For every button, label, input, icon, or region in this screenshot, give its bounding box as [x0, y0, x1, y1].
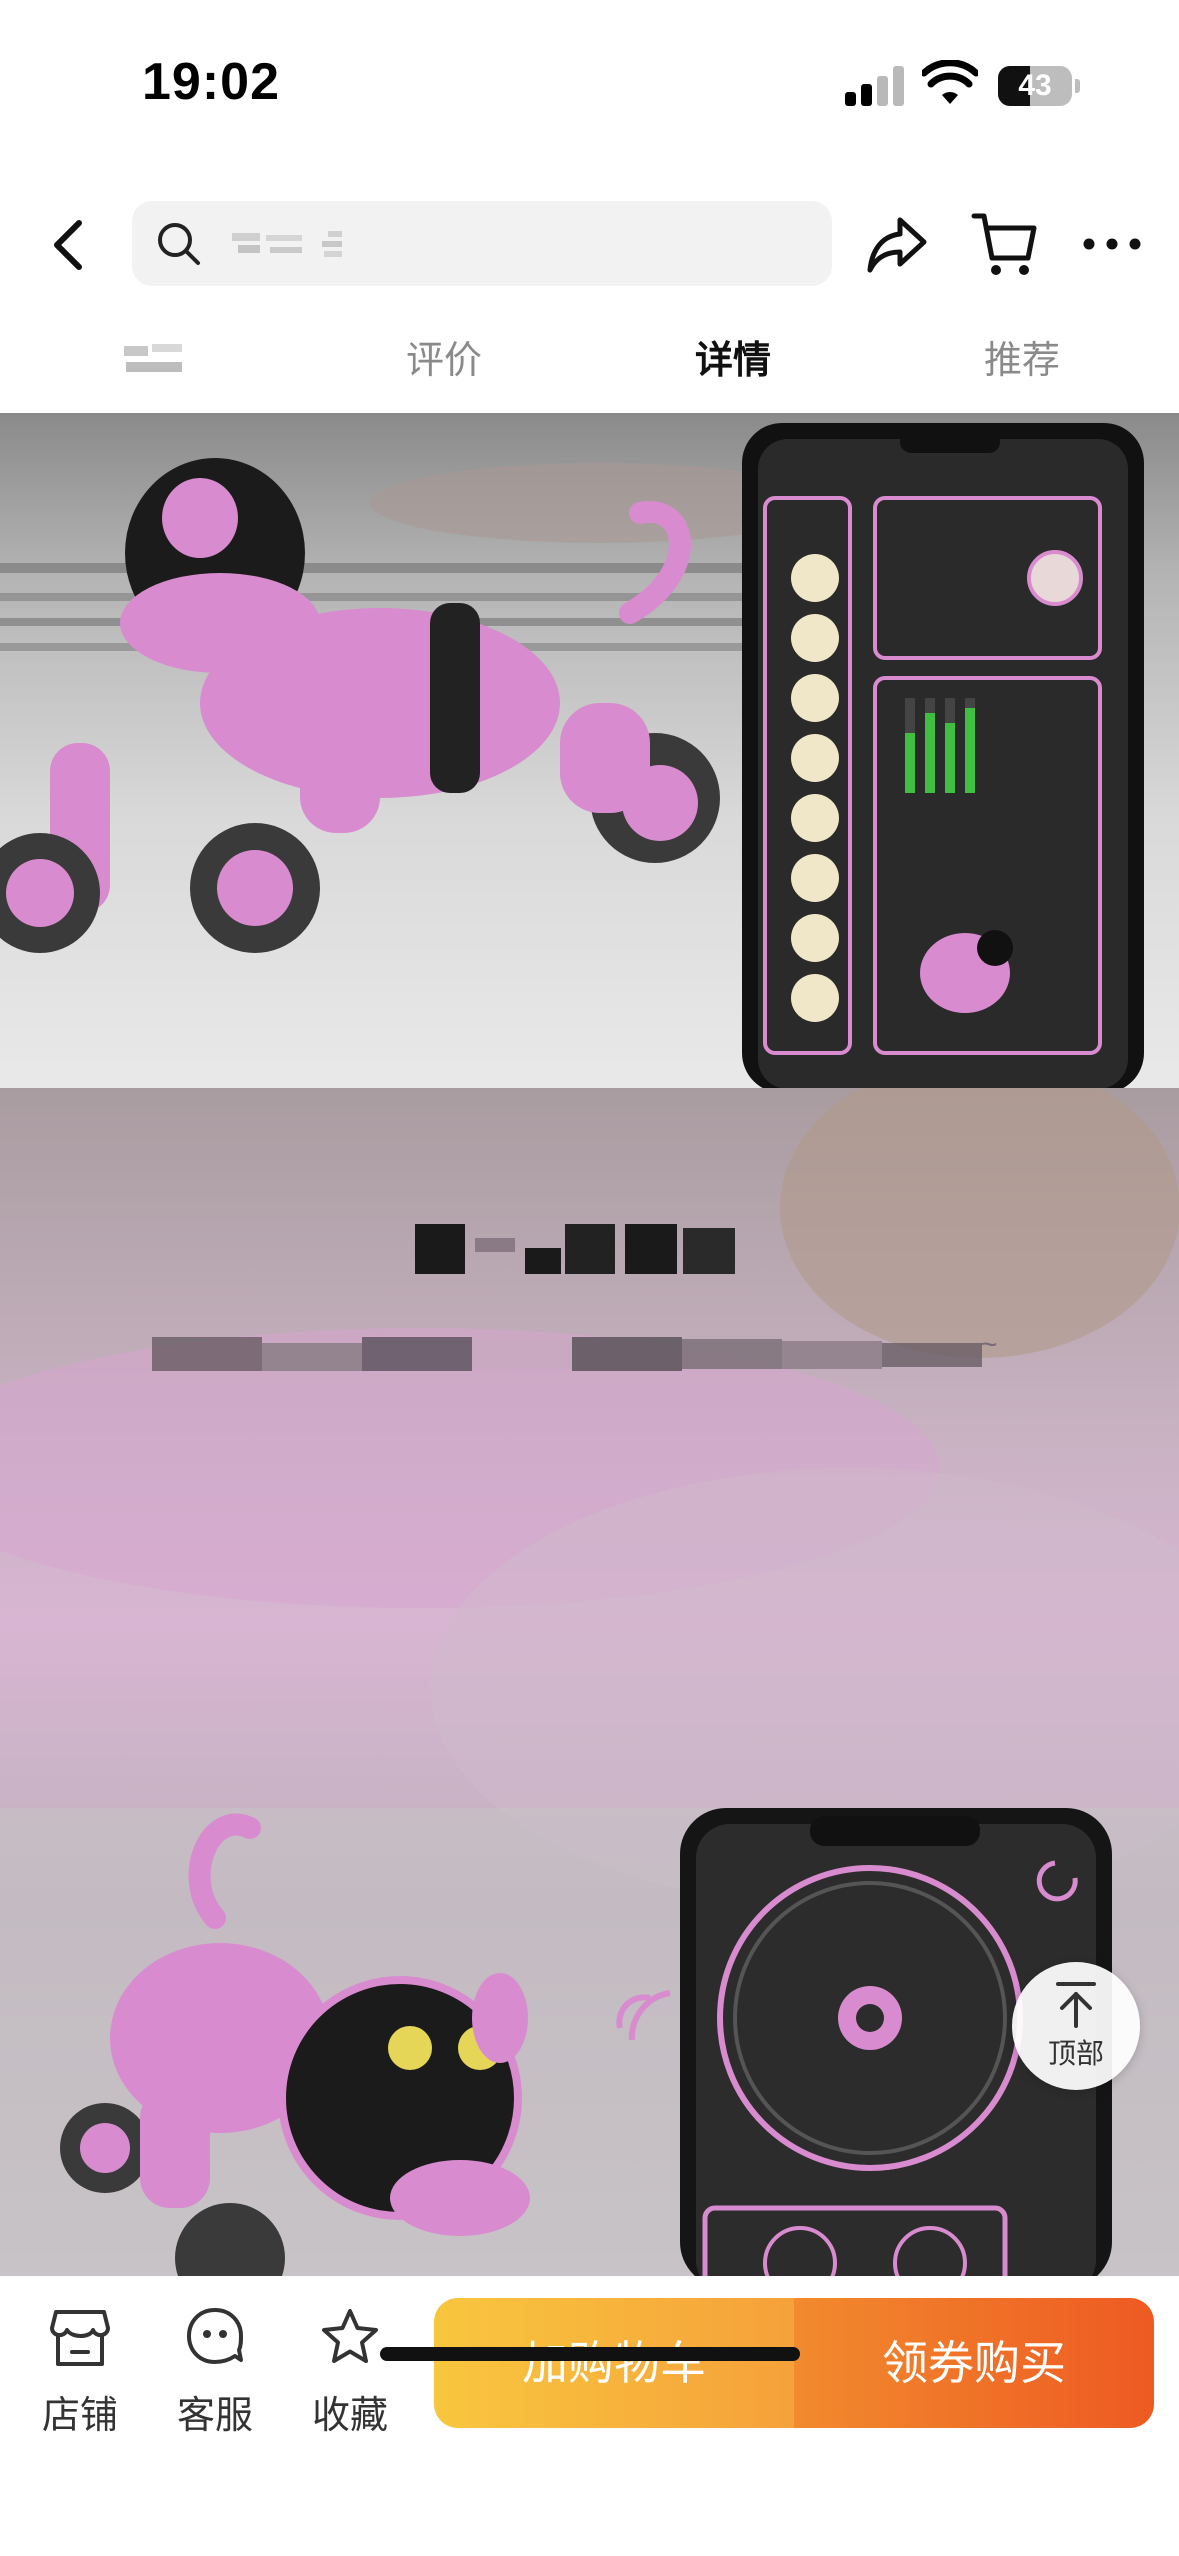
cart-button[interactable] — [970, 208, 1040, 280]
bottom-action-bar: 店铺 客服 收藏 加购物车 领券购买 — [0, 2276, 1179, 2556]
arrow-up-to-top-icon — [1056, 1982, 1096, 2028]
back-to-top-button[interactable]: 顶部 — [1012, 1962, 1140, 2090]
tab-reviews[interactable]: 评价 — [344, 320, 544, 413]
search-icon — [158, 223, 200, 265]
detail-image-2: ~ — [0, 1088, 1179, 2276]
tab-product[interactable] — [55, 320, 255, 413]
status-bar: 19:02 43 — [0, 0, 1179, 170]
battery-icon: 43 — [998, 66, 1080, 106]
favorite-button[interactable]: 收藏 — [300, 2306, 400, 2437]
star-icon — [322, 2309, 378, 2363]
more-dots-icon — [1083, 238, 1141, 250]
tab-bar: 评价 详情 推荐 — [0, 320, 1179, 413]
store-icon — [50, 2310, 110, 2366]
home-indicator[interactable] — [380, 2347, 800, 2361]
robot-dog-app-image — [0, 423, 1144, 1088]
tab-details[interactable]: 详情 — [633, 320, 833, 413]
search-input[interactable] — [132, 201, 832, 286]
more-button[interactable] — [1080, 222, 1144, 266]
tab-label-redacted — [124, 344, 182, 372]
search-header — [0, 170, 1179, 320]
store-label: 店铺 — [41, 2395, 118, 2437]
cart-icon — [971, 213, 1037, 275]
add-to-cart-button[interactable]: 加购物车 — [434, 2298, 794, 2428]
coupon-buy-button[interactable]: 领券购买 — [794, 2298, 1154, 2428]
cellular-signal-icon — [845, 66, 907, 106]
tab-recommend[interactable]: 推荐 — [922, 320, 1122, 413]
back-to-top-label: 顶部 — [1047, 2038, 1104, 2069]
search-query-redacted — [232, 231, 342, 257]
status-time: 19:02 — [142, 53, 280, 111]
back-button[interactable] — [40, 215, 96, 275]
share-icon — [867, 217, 927, 273]
favorite-label: 收藏 — [311, 2395, 388, 2437]
robot-dog-controller-image — [60, 1808, 1112, 2276]
chevron-left-icon — [54, 220, 82, 270]
purchase-buttons: 加购物车 领券购买 — [434, 2298, 1154, 2428]
detail-image-1 — [0, 413, 1179, 1088]
store-button[interactable]: 店铺 — [30, 2306, 130, 2437]
battery-level: 43 — [1018, 69, 1052, 102]
customer-service-button[interactable]: 客服 — [165, 2306, 265, 2437]
customer-service-label: 客服 — [176, 2395, 253, 2437]
customer-service-icon — [187, 2308, 243, 2364]
share-button[interactable] — [862, 210, 932, 280]
wifi-icon — [922, 60, 978, 104]
